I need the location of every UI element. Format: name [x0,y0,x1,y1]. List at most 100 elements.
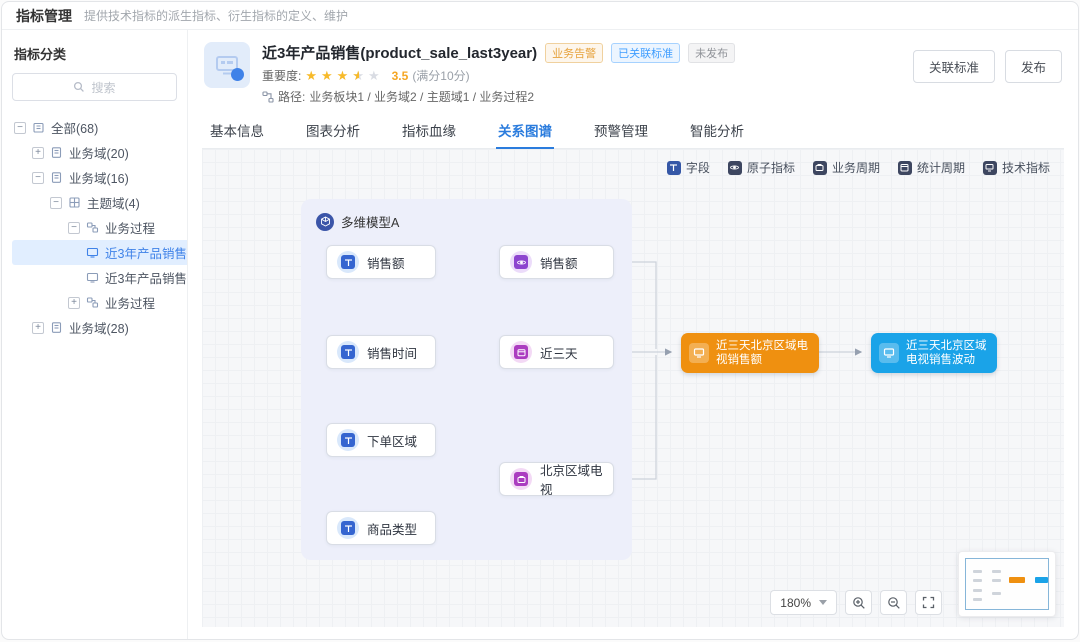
tech-metric-icon [983,161,997,175]
atomic-metric-icon [510,251,532,273]
zoom-level-value: 180% [780,596,811,610]
tree-item-subject-4[interactable]: − 主题域(4) [12,190,177,215]
metric-avatar-icon [204,42,250,88]
category-tree: − 全部(68) + 业务域(20) − 业务域(16) − 主 [12,115,177,340]
node-label: 近三天北京区域电视销售波动 [906,339,989,368]
star-icon [321,69,333,82]
tree-item-label: 业务域(28) [69,318,129,337]
status-badge-standard: 已关联标准 [611,43,680,63]
org-icon [32,121,45,134]
tree-item-metric-2[interactable]: 近3年产品销售 [12,265,177,290]
tree-item-metric-selected[interactable]: 近3年产品销售 [12,240,188,265]
tree-item-all[interactable]: − 全部(68) [12,115,177,140]
fullscreen-icon [922,596,935,609]
tab-relation-graph[interactable]: 关系图谱 [496,115,554,148]
importance-label: 重要度: [262,67,301,84]
node-label: 销售额 [367,253,405,272]
zoom-level-dropdown[interactable]: 180% [770,590,837,615]
status-dot [231,68,244,81]
grid-icon [68,196,81,209]
star-icon [337,69,349,82]
tab-chart-analysis[interactable]: 图表分析 [304,115,362,148]
expander-icon[interactable]: − [14,122,26,134]
expander-icon[interactable]: + [32,147,44,159]
search-input[interactable]: 搜索 [12,73,177,101]
expander-icon[interactable]: − [50,197,62,209]
node-qualifier-beijing-tv[interactable]: 北京区域电视 [499,462,614,496]
node-label: 北京区域电视 [540,460,613,498]
field-icon [337,251,359,273]
tab-intelligent-analysis[interactable]: 智能分析 [688,115,746,148]
expander-icon[interactable]: + [32,322,44,334]
metric-icon [86,271,99,284]
zoom-out-button[interactable] [880,590,907,615]
tree-item-label: 近3年产品销售 [105,243,187,262]
flow-icon [86,221,99,234]
node-field-product-type[interactable]: 商品类型 [326,511,436,545]
tab-metric-lineage[interactable]: 指标血缘 [400,115,458,148]
zoom-toolbar: 180% [770,590,942,615]
tree-item-process-2[interactable]: + 业务过程 [12,290,177,315]
expander-icon[interactable]: − [68,222,80,234]
business-cycle-icon [813,161,827,175]
node-label: 下单区域 [367,431,417,450]
node-label: 销售额 [540,253,578,272]
field-icon [337,429,359,451]
atomic-metric-icon [728,161,742,175]
minimap[interactable] [958,551,1056,617]
minimap-tech-node [1035,577,1048,583]
publish-button[interactable]: 发布 [1005,50,1062,83]
app-title: 指标管理 [16,6,72,26]
tree-item-domain-28[interactable]: + 业务域(28) [12,315,177,340]
tab-basic-info[interactable]: 基本信息 [208,115,266,148]
tree-item-process-1[interactable]: − 业务过程 [12,215,177,240]
tree-item-label: 主题域(4) [87,193,140,212]
tree-item-label: 业务域(16) [69,168,129,187]
associate-standard-button[interactable]: 关联标准 [913,50,995,83]
stat-cycle-icon [898,161,912,175]
importance-score-max: (满分10分) [412,67,469,84]
field-icon [337,517,359,539]
path-icon [262,91,274,103]
expander-icon[interactable]: + [68,297,80,309]
breadcrumb: 路径: 业务板块1 / 业务域2 / 主题域1 / 业务过程2 [262,88,913,105]
relation-graph-canvas[interactable]: 字段 原子指标 业务周期 统计周期 [202,149,1064,627]
tree-item-domain-20[interactable]: + 业务域(20) [12,140,177,165]
expander-icon[interactable]: − [32,172,44,184]
status-badge-alert: 业务告警 [545,43,603,63]
document-icon [50,146,63,159]
node-label: 商品类型 [367,519,417,538]
sidebar-title: 指标分类 [14,44,177,63]
app-subtitle: 提供技术指标的派生指标、衍生指标的定义、维护 [84,7,348,24]
node-label: 近三天北京区域电视销售额 [716,339,811,368]
star-empty-icon [368,69,380,82]
path-label: 路径: [278,88,305,105]
model-group-label: 多维模型A [341,212,399,231]
node-atomic-sales-amount[interactable]: 销售额 [499,245,614,279]
page-title: 近3年产品销售(product_sale_last3year) [262,42,537,63]
node-field-sales-time[interactable]: 销售时间 [326,335,436,369]
node-field-sales-amount[interactable]: 销售额 [326,245,436,279]
node-derived-metric[interactable]: 近三天北京区域电视销售额 [681,333,819,373]
metric-monitor-icon [689,343,709,363]
tree-item-label: 全部(68) [51,118,98,137]
node-tech-metric[interactable]: 近三天北京区域电视销售波动 [871,333,997,373]
search-placeholder: 搜索 [91,79,115,96]
tree-item-label: 业务域(20) [69,143,129,162]
node-field-order-region[interactable]: 下单区域 [326,423,436,457]
metric-monitor-icon [879,343,899,363]
tab-alert-management[interactable]: 预警管理 [592,115,650,148]
tab-bar: 基本信息 图表分析 指标血缘 关系图谱 预警管理 智能分析 [202,115,1064,149]
status-badge-unpublished: 未发布 [688,43,735,63]
importance-row: 重要度: 3.5 (满分10分) [262,67,913,84]
tree-item-domain-16[interactable]: − 业务域(16) [12,165,177,190]
legend-field: 字段 [667,159,710,176]
zoom-in-button[interactable] [845,590,872,615]
field-icon [667,161,681,175]
stat-cycle-icon [510,341,532,363]
search-icon [73,81,85,93]
legend-label: 统计周期 [917,159,965,176]
node-period-last-3-days[interactable]: 近三天 [499,335,614,369]
legend-label: 原子指标 [747,159,795,176]
fit-view-button[interactable] [915,590,942,615]
